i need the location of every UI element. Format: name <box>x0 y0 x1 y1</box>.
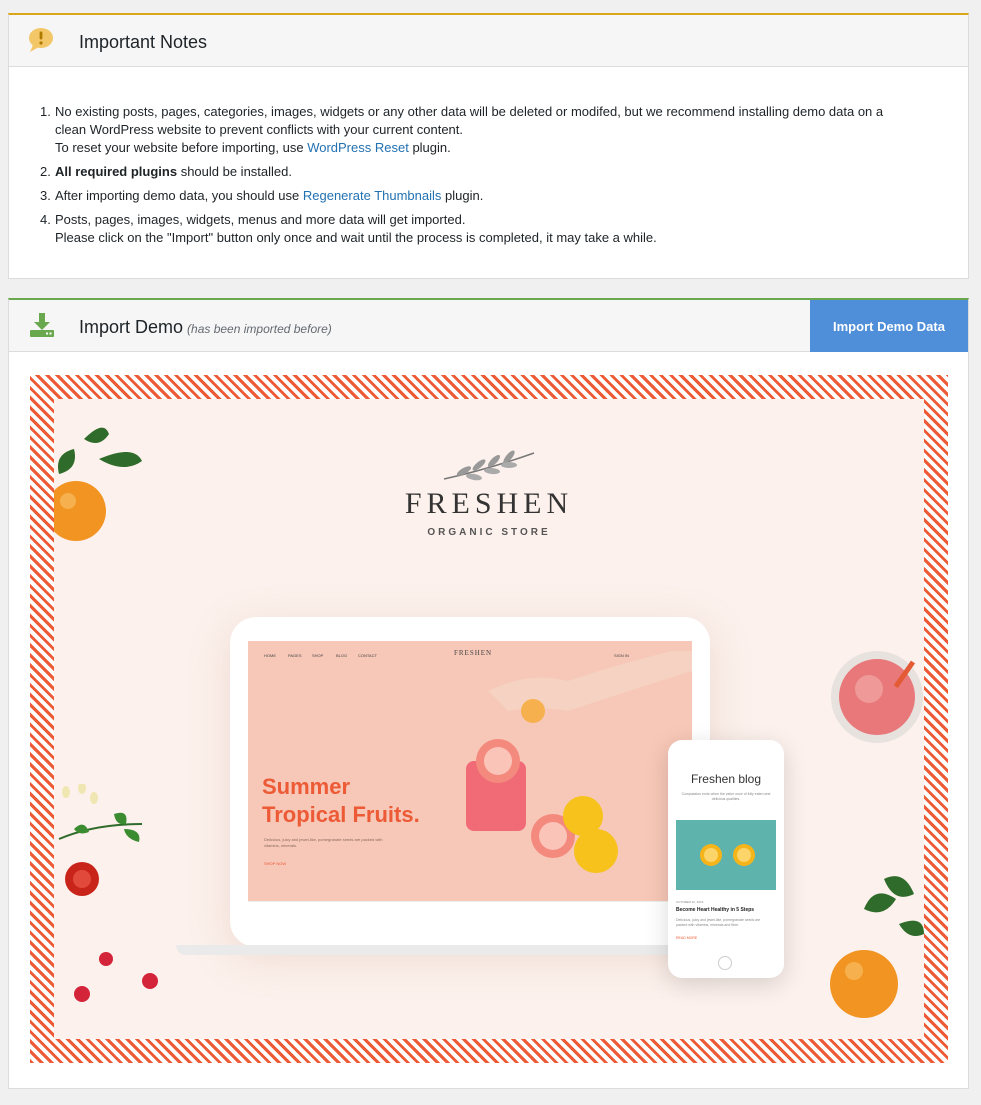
laptop-hero-title: Summer Tropical Fruits. <box>262 774 420 827</box>
phone-post-image <box>676 820 776 890</box>
notes-title: Important Notes <box>79 32 208 52</box>
laptop-nav-item: CONTACT <box>358 653 378 658</box>
laptop-hero-image <box>466 651 692 873</box>
phone-post-excerpt: Delicious, juicy and jewel-like, pomegra… <box>676 918 761 927</box>
laptop-hero-link: SHOP NOW <box>264 861 287 866</box>
smoothie-jar-decoration <box>831 651 923 743</box>
phone-post-date: OCTOBER 22, 2019 <box>676 900 704 904</box>
notes-header: Important Notes <box>9 15 968 67</box>
note-item-3: 3. After importing demo data, you should… <box>40 188 484 203</box>
laptop-nav-item: SHOP <box>312 653 324 658</box>
phone-blog-desc: Compassion ends when the value once of f… <box>681 792 771 801</box>
laptop-nav-item: BLOG <box>336 653 348 658</box>
demo-preview-image: FRESHEN ORGANIC STORE HOME PAGES SHOP BL… <box>30 375 948 1063</box>
phone-post-title: Become Heart Healthy in 5 Steps <box>676 907 755 913</box>
laptop-content-strip <box>248 901 692 919</box>
raspberries-decoration <box>74 952 158 1002</box>
import-demo-data-button[interactable]: Import Demo Data <box>810 300 968 352</box>
import-header: Import Demo (has been imported before) Im… <box>9 300 968 352</box>
laptop-nav-item: PAGES <box>288 653 302 658</box>
import-title: Import Demo (has been imported before) <box>79 317 332 337</box>
herbs-tomato-decoration <box>58 784 143 896</box>
logo-subtitle: ORGANIC STORE <box>427 527 551 538</box>
download-icon <box>30 313 54 337</box>
regenerate-thumbnails-link[interactable]: Regenerate Thumbnails <box>303 188 442 203</box>
wordpress-reset-link[interactable]: WordPress Reset <box>307 140 409 155</box>
brand-logo: FRESHEN ORGANIC STORE <box>54 447 924 538</box>
imported-before-note: (has been imported before) <box>187 322 332 336</box>
phone-read-more: READ MORE <box>676 936 698 940</box>
phone-mockup: Freshen blog Compassion ends when the va… <box>668 740 784 978</box>
import-demo-panel: Import Demo (has been imported before) Im… <box>8 298 969 1089</box>
note-item-4: 4. Posts, pages, images, widgets, menus … <box>40 212 657 245</box>
laptop-screen: HOME PAGES SHOP BLOG CONTACT FRESHEN SIG… <box>248 641 692 901</box>
speech-bubble-alert-icon <box>29 28 53 52</box>
demo-preview-canvas: FRESHEN ORGANIC STORE HOME PAGES SHOP BL… <box>54 399 924 1039</box>
laptop-mockup: HOME PAGES SHOP BLOG CONTACT FRESHEN SIG… <box>230 617 710 947</box>
phone-home-button <box>718 956 732 970</box>
important-notes-panel: Important Notes 1. No existing posts, pa… <box>8 13 969 279</box>
laptop-hero-body: Delicious, juicy and jewel-like, pomegra… <box>264 837 383 848</box>
phone-blog-title: Freshen blog <box>690 772 762 786</box>
orange-halves-image <box>700 844 755 866</box>
note-item-1: 1. No existing posts, pages, categories,… <box>40 104 884 155</box>
olive-branch-icon <box>443 450 535 481</box>
note-item-2: 2. All required plugins should be instal… <box>40 164 292 179</box>
laptop-nav-item: HOME <box>264 653 276 658</box>
notes-list: 1. No existing posts, pages, categories,… <box>40 103 935 253</box>
logo-text: FRESHEN <box>404 487 574 520</box>
orange-leaf-right-decoration <box>830 876 924 1018</box>
